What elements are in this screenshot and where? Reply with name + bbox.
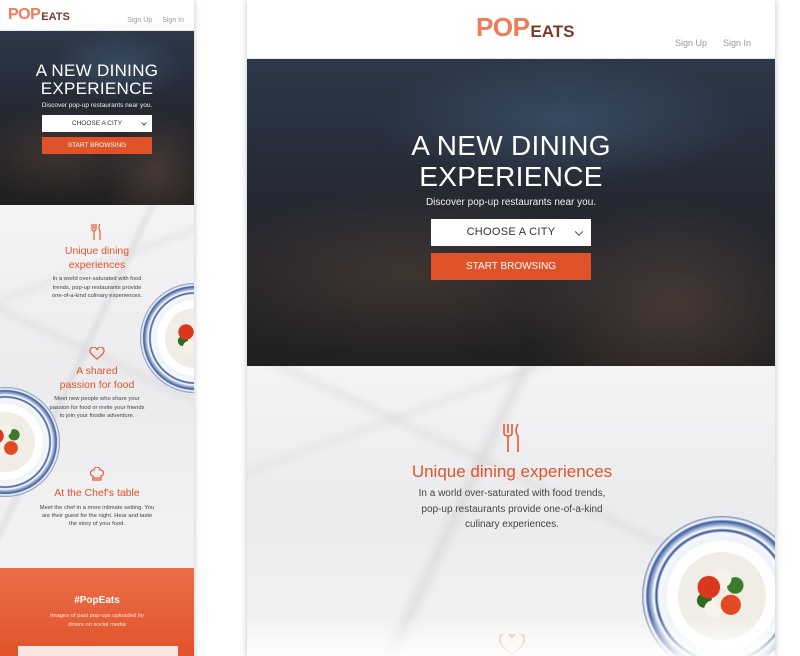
feature-chefs-table: At the Chef's table Meet the chef in a m… [30,467,164,529]
sign-in-link[interactable]: Sign In [162,17,184,24]
fork-knife-icon [503,423,519,452]
feature-text-line: pop-up restaurants provide one-of-a-kind [421,503,603,515]
feature-text-line: the story of your food. [68,521,126,528]
auth-links: Sign Up Sign In [675,38,751,48]
city-select-label: CHOOSE A CITY [71,119,123,127]
hero-title: A NEW DINING EXPERIENCE [247,130,775,193]
feature-title-l1: A shared [76,365,118,377]
logo[interactable]: POP EATS [476,14,575,40]
feature-text-line: culinary experiences. [465,519,559,530]
start-browsing-button[interactable]: START BROWSING [42,136,152,154]
feature-text: Meet new people who share your passion f… [40,395,154,420]
city-select[interactable]: CHOOSE A CITY [42,114,152,132]
hero-section: A NEW DINING EXPERIENCE Discover pop-up … [247,59,775,366]
feature-text-line: In a world over-saturated with food [52,276,142,283]
feature-text-line: trends, pop-up restaurants provide [52,284,142,291]
chevron-down-icon [141,120,147,126]
chevron-down-icon [574,227,584,237]
sign-up-link[interactable]: Sign Up [127,17,152,24]
logo-eats: EATS [41,11,70,23]
city-select[interactable]: CHOOSE A CITY [431,218,591,246]
desktop-preview: POP EATS Sign Up Sign In A NEW DINING EX… [247,0,775,656]
feature-text-line: are their guest for the night. Hear and … [41,513,153,520]
hero-title-line1: A NEW DINING [411,130,611,161]
hero-section: A NEW DINING EXPERIENCE Discover pop-up … [0,31,194,205]
social-text-line: Images of past pop-ups uploaded by [50,613,144,619]
heart-hands-icon [89,347,105,360]
social-title: #PopEats [74,595,120,606]
hero-title-line1: A NEW DINING [35,61,159,80]
hero-title-line2: EXPERIENCE [40,79,154,99]
feature-unique: Unique dining experiences In a world ove… [40,223,154,300]
start-browsing-button[interactable]: START BROWSING [431,252,591,280]
sign-in-link[interactable]: Sign In [723,38,751,48]
mobile-header: POP EATS Sign Up Sign In [0,0,194,31]
feature-title-l2: passion for food [59,378,135,391]
auth-links: Sign Up Sign In [127,17,184,24]
feature-title: Unique dining experiences [411,462,613,481]
feature-text-line: passion for food or invite your friends [49,404,145,411]
logo-eats: EATS [530,22,575,41]
feature-unique: Unique dining experiences In a world ove… [397,422,627,533]
social-banner: #PopEats Images of past pop-ups uploaded… [0,568,194,656]
feature-text-line: Meet the chef in a more intimate setting… [39,504,155,511]
hero-content: A NEW DINING EXPERIENCE Discover pop-up … [247,130,775,280]
mobile-preview: POP EATS Sign Up Sign In A NEW DINING EX… [0,0,194,656]
feature-text: Meet the chef in a more intimate setting… [30,504,164,529]
features-section: Unique dining experiences In a world ove… [0,205,194,568]
hero-subtitle: Discover pop-up restaurants near you. [41,101,153,109]
feature-text: In a world over-saturated with food tren… [397,486,627,533]
feature-title-l2: experiences [68,258,126,271]
hero-title-line2: EXPERIENCE [419,160,603,192]
fade-overlay [247,616,775,656]
feature-text-line: Meet new people who share your [54,396,140,403]
feature-text: In a world over-saturated with food tren… [40,275,154,300]
logo[interactable]: POP EATS [8,7,70,23]
features-section: Unique dining experiences In a world ove… [247,366,775,656]
feature-text-line: In a world over-saturated with food tren… [418,488,606,499]
logo-pop: POP [8,6,41,23]
hero-subtitle: Discover pop-up restaurants near you. [425,196,597,208]
feature-title-l1: Unique dining [64,245,130,257]
feature-shared-passion: A shared passion for food Meet new peopl… [40,347,154,420]
desktop-header: POP EATS Sign Up Sign In [247,0,775,59]
feature-text-line: one-of-a-kind culinary experiences. [51,293,143,300]
social-text-line: diners on social media [68,621,126,628]
feature-text-line: to join your foodie adventure. [59,413,135,420]
sign-up-link[interactable]: Sign Up [675,38,707,48]
feature-title: A shared passion for food [40,365,154,392]
feature-title: Unique dining experiences [40,245,154,272]
fork-knife-icon [91,223,101,240]
feature-title: At the Chef's table [54,487,140,499]
hero-content: A NEW DINING EXPERIENCE Discover pop-up … [0,61,194,154]
social-feed-strip [18,646,178,656]
chef-hat-icon [89,467,105,481]
city-select-label: CHOOSE A CITY [466,226,556,239]
social-text: Images of past pop-ups uploaded by diner… [0,612,194,629]
logo-pop: POP [476,12,530,42]
hero-title: A NEW DINING EXPERIENCE [0,61,194,99]
